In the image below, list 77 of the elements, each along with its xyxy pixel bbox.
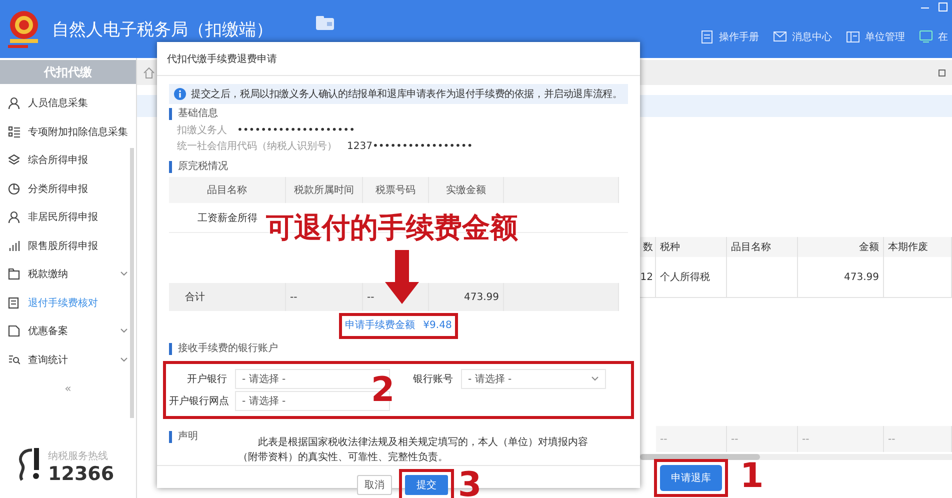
field-label: 开户银行	[186, 372, 227, 386]
document-icon	[8, 296, 20, 309]
nav-item[interactable]: 查询统计	[0, 346, 136, 374]
section-heading: 接收手续费的银行账户	[169, 343, 628, 355]
app-title: 自然人电子税务局（扣缴端）	[52, 18, 273, 40]
column-header: 数	[640, 237, 656, 257]
pie-chart-icon	[8, 182, 20, 195]
home-icon	[143, 66, 155, 78]
table-cell: --	[286, 283, 363, 311]
statement-text: 此表是根据国家税收法律法规及相关规定填写的，本人（单位）对填报内容（附带资料）的真实性、可靠性、完整性负责。	[238, 436, 588, 465]
dropdown-field[interactable]: - 请选择 -	[461, 369, 606, 389]
table-cell: --	[798, 426, 884, 452]
search-icon	[8, 354, 20, 366]
table-cell: --	[727, 426, 798, 452]
table-cell	[884, 257, 952, 298]
table-cell: --	[656, 426, 727, 452]
field-label: 银行账号	[412, 372, 453, 386]
callout-number: 3	[458, 468, 482, 498]
list-icon	[8, 126, 20, 138]
building-icon	[846, 30, 860, 44]
bar-chart-icon	[8, 240, 20, 252]
column-header: 税种	[656, 237, 727, 257]
chevron-down-icon	[591, 376, 599, 382]
column-header: 税款所属时间	[286, 177, 363, 203]
info-icon	[174, 88, 186, 100]
column-header: 实缴金额	[429, 177, 504, 203]
column-header: 金额	[798, 237, 884, 257]
maximize-icon	[938, 2, 948, 12]
callout-number: 1	[740, 459, 764, 493]
table-cell: --	[884, 426, 952, 452]
nav-item[interactable]: 专项附加扣除信息采集	[0, 118, 136, 146]
fee-amount-link[interactable]: 申请手续费金额 ¥9.48	[345, 319, 452, 333]
nav-link[interactable]: 操作手册	[700, 30, 759, 44]
person-icon	[8, 211, 20, 224]
field-value: 1237•••••••••••••••••	[347, 140, 473, 152]
cancel-button[interactable]: 取消	[357, 475, 392, 495]
notice-text: 提交之后，税局以扣缴义务人确认的结报单和退库申请表作为退付手续费的依据，并启动退库流程。	[191, 88, 622, 101]
section-heading: 基础信息	[169, 108, 628, 120]
annotation-label: 可退付的手续费金额	[266, 210, 518, 246]
document-icon	[700, 30, 714, 44]
nav-item[interactable]: 税款缴纳	[0, 260, 136, 288]
layers-icon	[8, 154, 20, 166]
monitor-icon	[919, 30, 933, 44]
field-label: 扣缴义务人	[177, 124, 227, 137]
column-header: 本期作废	[884, 237, 952, 257]
nav-item[interactable]: 分类所得申报	[0, 174, 136, 203]
table-cell: 473.99	[429, 283, 504, 311]
folder-icon	[8, 268, 20, 280]
nav-item[interactable]: 人员信息采集	[0, 89, 136, 118]
submit-button[interactable]: 提交	[405, 475, 448, 495]
column-header: 品目名称	[169, 177, 286, 203]
folder-icon	[315, 15, 335, 31]
nav-item[interactable]: 综合所得申报	[0, 146, 136, 174]
nav-item[interactable]: 优惠备案	[0, 317, 136, 346]
table-cell: 473.99	[798, 257, 884, 298]
square-icon	[938, 68, 946, 76]
hotline-number: 12366	[48, 463, 114, 485]
section-heading: 代扣代缴	[0, 60, 136, 84]
table-cell: 个人所得税	[656, 257, 727, 298]
envelope-icon	[773, 30, 787, 44]
hotline-label: 纳税服务热线	[48, 450, 109, 463]
document-icon	[8, 325, 20, 338]
field-label: 开户银行网点	[169, 394, 227, 408]
arrow-down-icon	[384, 250, 420, 304]
nav-item[interactable]: 限售股所得申报	[0, 232, 136, 260]
table-cell: 合计	[169, 283, 286, 311]
section-heading: 原完税情况	[169, 161, 628, 173]
column-header: 品目名称	[727, 237, 798, 257]
column-header: 税票号码	[363, 177, 429, 203]
field-label: 统一社会信用代码（纳税人识别号）	[177, 140, 337, 153]
dialog-title: 代扣代缴手续费退费申请	[157, 42, 640, 76]
refund-button[interactable]: 申请退库	[660, 465, 722, 491]
field-value: ••••••••••••••••••••	[237, 124, 355, 136]
person-icon	[8, 97, 20, 110]
table-cell	[727, 257, 798, 298]
nav-item[interactable]: 非居民所得申报	[0, 203, 136, 232]
table-cell-text: 工资薪金所得	[198, 212, 258, 224]
